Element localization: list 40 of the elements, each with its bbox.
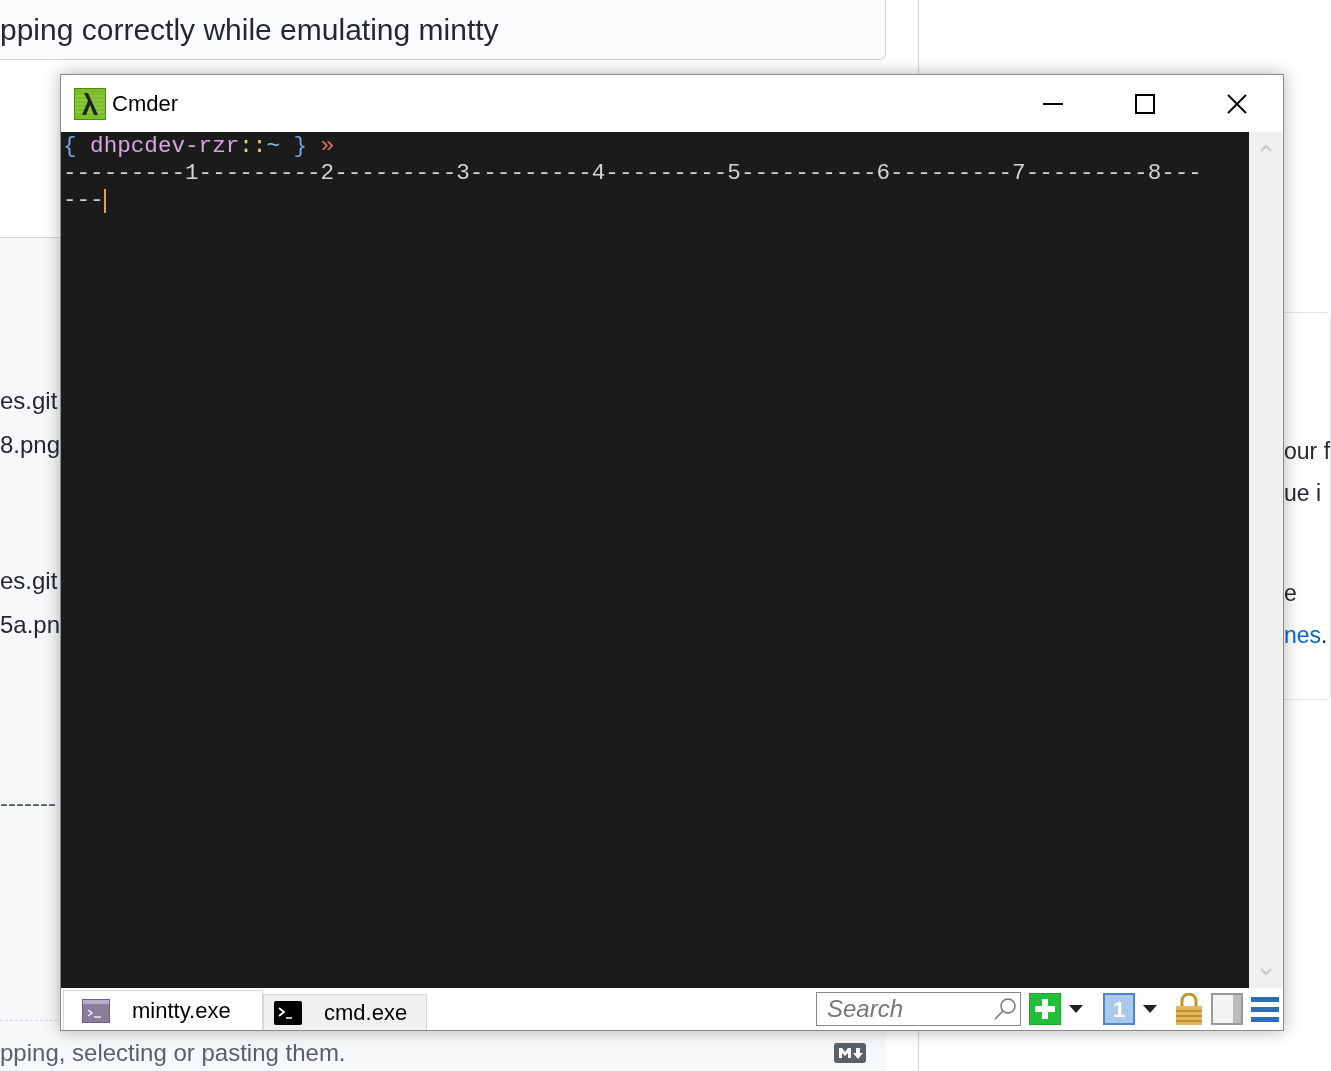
markdown-text-line: 5a.pn	[0, 610, 62, 640]
hint-text: pping, selecting or pasting them.	[0, 1038, 346, 1068]
prompt-text: dhpcdev-rzr	[89, 133, 240, 160]
prompt-text: }	[292, 133, 308, 160]
period-text: .	[1321, 621, 1328, 650]
prompt-text: »	[319, 133, 335, 160]
lock-icon[interactable]	[1175, 993, 1203, 1025]
lambda-icon	[74, 87, 106, 120]
terminal-output-line: ---	[63, 187, 104, 214]
menu-icon[interactable]	[1251, 996, 1279, 1022]
console-tab[interactable]: mintty.exe	[63, 990, 263, 1030]
split-pane-icon[interactable]	[1211, 993, 1243, 1025]
new-console-icon[interactable]	[1029, 993, 1061, 1025]
guidelines-link[interactable]: nes	[1284, 614, 1322, 656]
markdown-icon	[834, 1043, 866, 1063]
markdown-text-line: -------	[0, 788, 57, 818]
prompt-text: ~	[266, 133, 280, 160]
dropdown-caret-icon[interactable]	[1069, 1005, 1083, 1013]
title-field[interactable]: pping correctly while emulating mintty	[0, 0, 886, 60]
welcome-text-line: our f	[1284, 437, 1331, 466]
welcome-text-line: e	[1284, 579, 1297, 608]
markdown-text-line: es.git	[0, 386, 59, 416]
markdown-text-line: 8.png	[0, 430, 62, 460]
prompt-text: {	[63, 133, 77, 160]
prompt-text: ::	[239, 133, 267, 160]
window-title: Cmder	[112, 90, 178, 118]
welcome-text-line: ue i	[1284, 479, 1322, 508]
dropdown-caret-icon[interactable]	[1143, 1005, 1157, 1013]
terminal-icon	[274, 1000, 302, 1025]
terminal-area[interactable]: { dhpcdev-rzr::~ } » ---------1---------2---------3---------4---------5----------6---------7---------8--- ---	[61, 132, 1249, 988]
terminal-icon	[82, 998, 110, 1023]
search-icon	[993, 997, 1017, 1021]
minimize-icon	[1043, 102, 1063, 105]
terminal-output-line: ---------1---------2---------3---------4---------5----------6---------7---------8---	[63, 160, 1202, 187]
markdown-text-line: es.git	[0, 566, 59, 596]
maximize-icon	[1135, 93, 1155, 114]
terminal-cursor	[103, 188, 106, 213]
console-tab[interactable]: cmd.exe	[263, 994, 427, 1030]
search-field[interactable]: Search	[816, 992, 1021, 1026]
close-icon	[1227, 93, 1247, 114]
